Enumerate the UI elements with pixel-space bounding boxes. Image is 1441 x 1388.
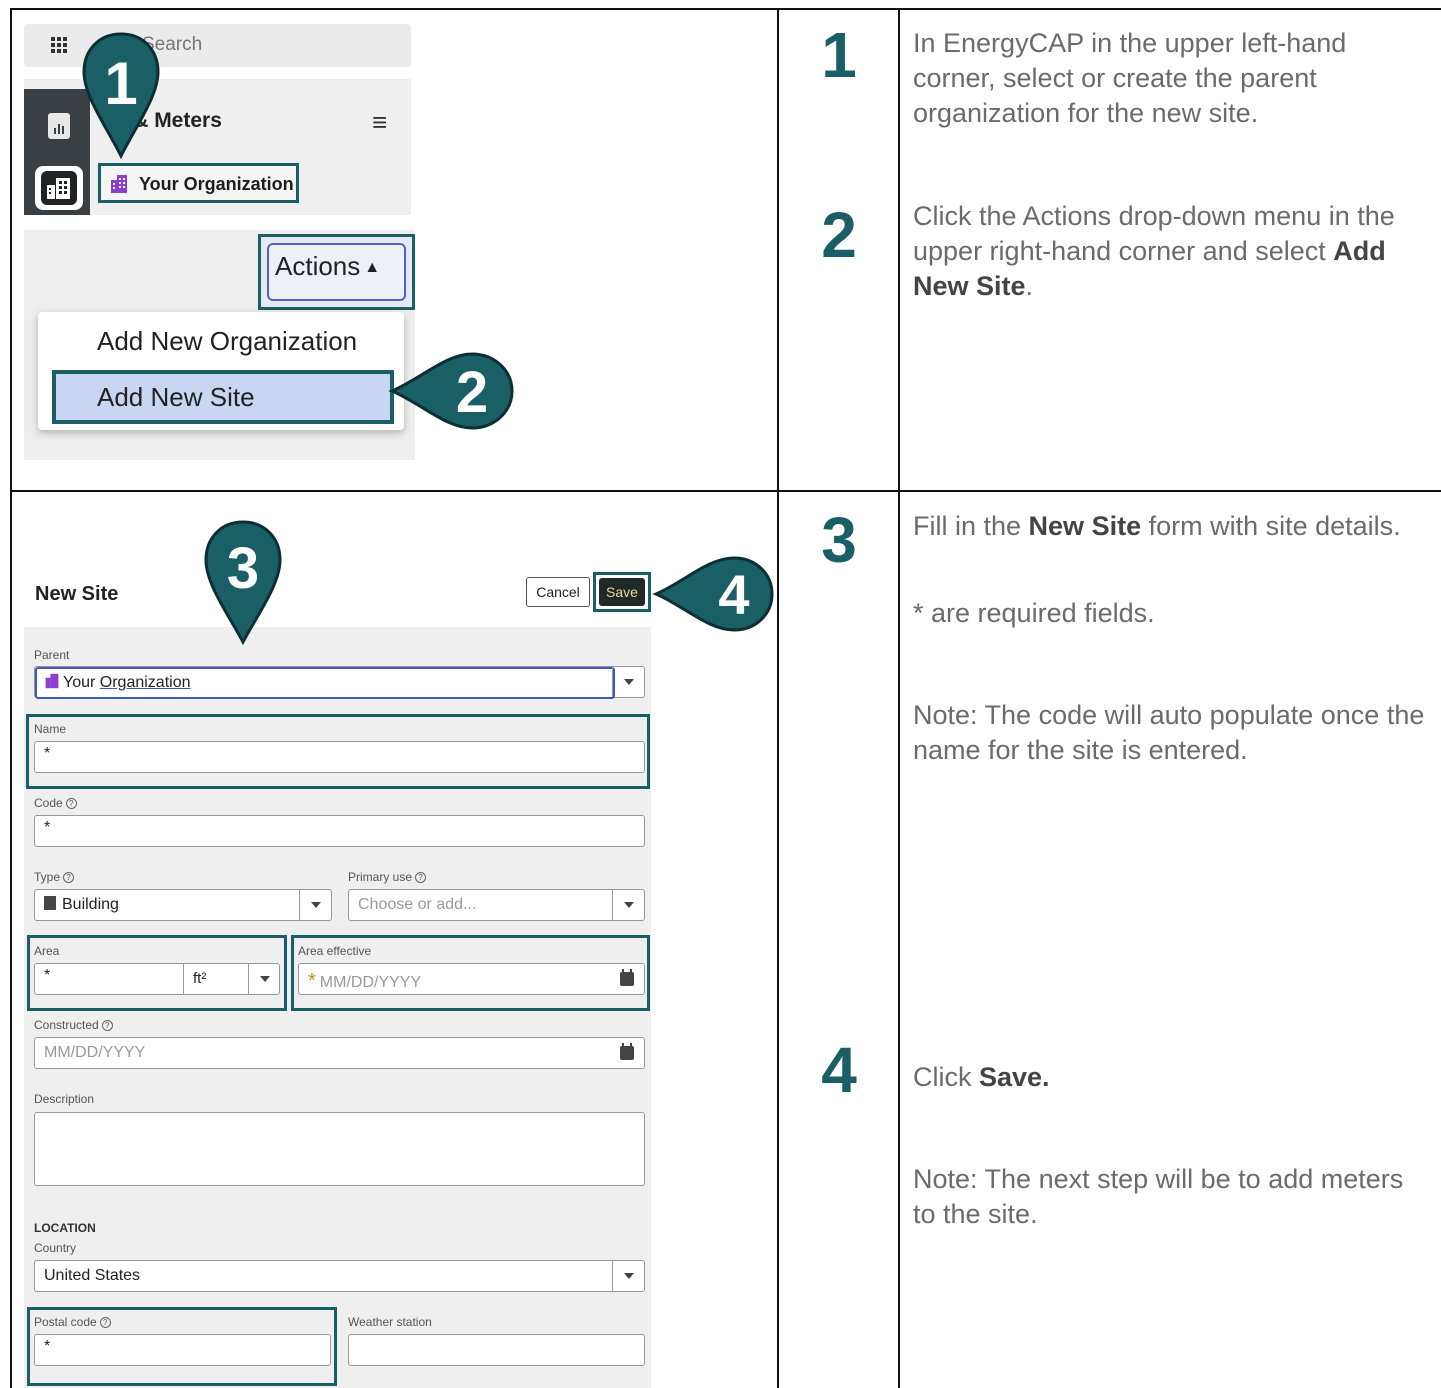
step-number-3: 3: [821, 504, 857, 576]
callout-marker-2: 2: [386, 348, 518, 434]
save-highlight: Save: [593, 572, 651, 612]
primary-use-placeholder: Choose or add...: [358, 896, 477, 913]
country-select[interactable]: United States: [34, 1260, 645, 1292]
required-marker: *: [44, 819, 51, 836]
weather-station-label: Weather station: [348, 1315, 432, 1329]
table-top-border: [10, 8, 1441, 10]
constructed-placeholder: MM/DD/YYYY: [44, 1044, 146, 1061]
calendar-icon[interactable]: [620, 1043, 634, 1060]
help-icon[interactable]: ?: [99, 1317, 111, 1329]
actions-button[interactable]: Actions ▲: [258, 234, 415, 310]
code-field[interactable]: *: [34, 815, 645, 847]
postal-code-label: Postal code?: [34, 1315, 111, 1329]
marker-label: 4: [718, 563, 749, 626]
type-label: Type?: [34, 870, 75, 884]
code-label: Code?: [34, 796, 77, 810]
chevron-down-icon[interactable]: [299, 890, 331, 920]
callout-marker-3: 3: [202, 518, 284, 646]
primary-use-label: Primary use?: [348, 870, 427, 884]
area-unit: ft²: [193, 970, 207, 987]
parent-select[interactable]: Your Organization: [34, 666, 645, 699]
hamburger-icon[interactable]: ≡: [372, 107, 387, 138]
step-text-1: In EnergyCAP in the upper left-hand corn…: [913, 28, 1347, 128]
required-marker: *: [44, 967, 51, 984]
actions-menu: Add New Organization Add New Site: [38, 312, 404, 430]
help-icon[interactable]: ?: [65, 798, 77, 810]
description-field[interactable]: [34, 1112, 645, 1186]
postal-code-field[interactable]: *: [34, 1334, 331, 1366]
description-label: Description: [34, 1092, 95, 1106]
step-text-4: Click Save.: [913, 1062, 1050, 1092]
menu-item-add-new-site[interactable]: Add New Site: [52, 370, 394, 424]
new-site-form-screenshot: New Site Cancel Save Parent Your Organiz…: [24, 515, 651, 1388]
row-divider: [10, 490, 1441, 492]
organization-icon: [109, 174, 129, 194]
required-marker: *: [44, 1338, 51, 1355]
step-number-2: 2: [821, 199, 857, 271]
grid-icon[interactable]: [50, 36, 68, 54]
actions-area: Actions ▲ Add New Organization Add New Si…: [24, 230, 415, 460]
country-label: Country: [34, 1241, 77, 1255]
add-new-site-label: Add New Site: [97, 382, 255, 412]
step-number-1: 1: [821, 19, 857, 91]
weather-station-field[interactable]: [348, 1334, 645, 1366]
chevron-down-icon[interactable]: [248, 964, 280, 994]
required-marker: *: [44, 745, 51, 762]
form-panel: Parent Your Organization Name * Code? * …: [24, 627, 651, 1388]
chevron-down-icon[interactable]: [612, 1261, 644, 1291]
next-step-note: Note: The next step will be to add meter…: [913, 1164, 1404, 1229]
name-label: Name: [34, 722, 67, 736]
type-select[interactable]: Building: [34, 889, 332, 921]
location-section-title: LOCATION: [34, 1221, 96, 1235]
chevron-down-icon[interactable]: [612, 667, 644, 697]
help-icon[interactable]: ?: [415, 872, 427, 884]
help-icon[interactable]: ?: [63, 872, 75, 884]
constructed-field[interactable]: MM/DD/YYYY: [34, 1037, 645, 1069]
chevron-down-icon[interactable]: [612, 890, 644, 920]
organization-label: Your Organization: [139, 174, 294, 194]
parent-value: Your Organization: [44, 673, 191, 692]
name-field[interactable]: *: [34, 741, 645, 773]
building-icon: [44, 896, 56, 910]
cancel-button[interactable]: Cancel: [526, 577, 590, 607]
caret-up-icon: ▲: [364, 259, 381, 276]
report-icon[interactable]: [48, 113, 70, 139]
calendar-icon[interactable]: [620, 969, 634, 986]
step-text-2: Click the Actions drop-down menu in the …: [913, 201, 1395, 301]
organization-icon: [45, 673, 59, 689]
code-note: Note: The code will auto populate once t…: [913, 700, 1425, 765]
area-unit-select[interactable]: ft²: [183, 964, 280, 994]
save-button[interactable]: Save: [599, 578, 645, 606]
constructed-label: Constructed?: [34, 1018, 113, 1032]
area-label: Area: [34, 944, 60, 958]
area-effective-label: Area effective: [298, 944, 372, 958]
callout-marker-4: 4: [650, 552, 778, 636]
menu-item-add-new-organization[interactable]: Add New Organization: [97, 326, 357, 357]
required-fields-note: * are required fields.: [913, 598, 1155, 628]
marker-label: 1: [104, 50, 137, 117]
actions-label: Actions ▲: [275, 251, 381, 281]
step-number-4: 4: [821, 1034, 857, 1106]
help-icon[interactable]: ?: [101, 1020, 113, 1032]
form-title: New Site: [35, 583, 119, 605]
step-text-3: Fill in the New Site form with site deta…: [913, 511, 1401, 541]
buildings-icon[interactable]: [35, 166, 83, 210]
type-value: Building: [44, 896, 119, 914]
parent-label: Parent: [34, 648, 70, 662]
area-effective-placeholder: * MM/DD/YYYY: [308, 970, 422, 992]
marker-label: 3: [227, 536, 259, 601]
primary-use-select[interactable]: Choose or add...: [348, 889, 645, 921]
country-value: United States: [44, 1267, 141, 1284]
callout-marker-1: 1: [80, 30, 162, 160]
area-effective-field[interactable]: * MM/DD/YYYY: [298, 963, 645, 995]
marker-label: 2: [456, 360, 488, 425]
organization-tree-item[interactable]: Your Organization: [98, 163, 299, 203]
area-field[interactable]: * ft²: [34, 963, 280, 995]
